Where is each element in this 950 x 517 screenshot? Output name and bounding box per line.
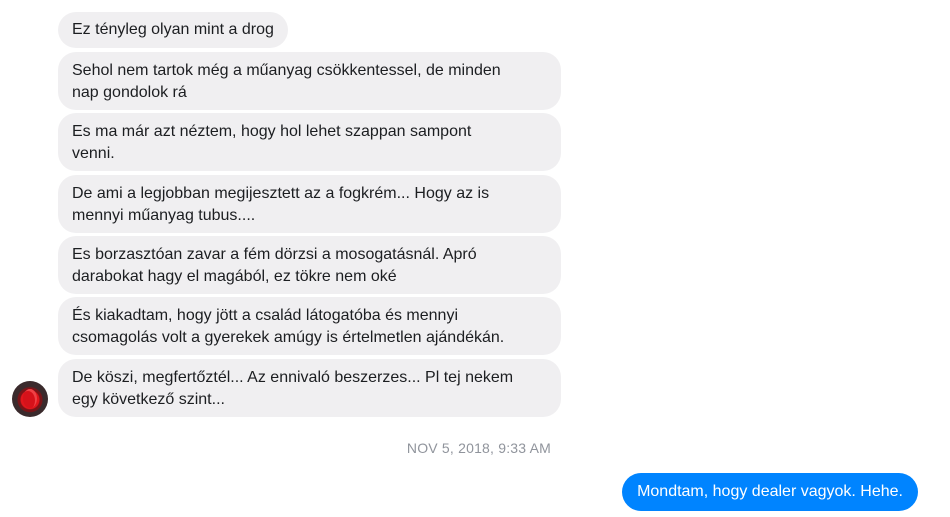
- message-text: Mondtam, hogy dealer vagyok. Hehe.: [637, 483, 903, 500]
- message-timestamp: NOV 5, 2018, 9:33 AM: [406, 440, 551, 456]
- sent-message[interactable]: Mondtam, hogy dealer vagyok. Hehe.: [622, 473, 918, 511]
- message-text-line: darabokat hagy el magából, ez tökre nem …: [72, 268, 397, 285]
- message-text-line: Sehol nem tartok még a műanyag csökkente…: [72, 62, 501, 79]
- received-message[interactable]: Es ma már azt néztem, hogy hol lehet sza…: [58, 113, 561, 171]
- received-message[interactable]: De ami a legjobban megijesztett az a fog…: [58, 175, 561, 233]
- received-message[interactable]: Es borzasztóan zavar a fém dörzsi a moso…: [58, 236, 561, 294]
- message-text-line: venni.: [72, 145, 115, 162]
- message-thread: Ez tényleg olyan mint a drog Sehol nem t…: [0, 0, 950, 517]
- received-message[interactable]: De köszi, megfertőztél... Az ennivaló be…: [58, 359, 561, 417]
- received-message[interactable]: És kiakadtam, hogy jött a család látogat…: [58, 297, 561, 355]
- received-message[interactable]: Sehol nem tartok még a műanyag csökkente…: [58, 52, 561, 110]
- message-text-line: De ami a legjobban megijesztett az a fog…: [72, 185, 490, 202]
- message-text-line: Ez tényleg olyan mint a drog: [72, 21, 274, 38]
- message-text-line: De köszi, megfertőztél... Az ennivaló be…: [72, 369, 514, 386]
- message-text-line: Es ma már azt néztem, hogy hol lehet sza…: [72, 123, 472, 140]
- sender-avatar[interactable]: [12, 381, 48, 417]
- message-text-line: És kiakadtam, hogy jött a család látogat…: [72, 307, 458, 324]
- avatar-photo: [23, 389, 37, 408]
- message-text-line: egy következő szint...: [72, 391, 225, 408]
- message-text-line: nap gondolok rá: [72, 84, 187, 101]
- message-text-line: Es borzasztóan zavar a fém dörzsi a moso…: [72, 246, 477, 263]
- received-message[interactable]: Ez tényleg olyan mint a drog: [58, 12, 288, 48]
- message-text-line: csomagolás volt a gyerekek amúgy is érte…: [72, 329, 505, 346]
- message-text-line: mennyi műanyag tubus....: [72, 207, 256, 224]
